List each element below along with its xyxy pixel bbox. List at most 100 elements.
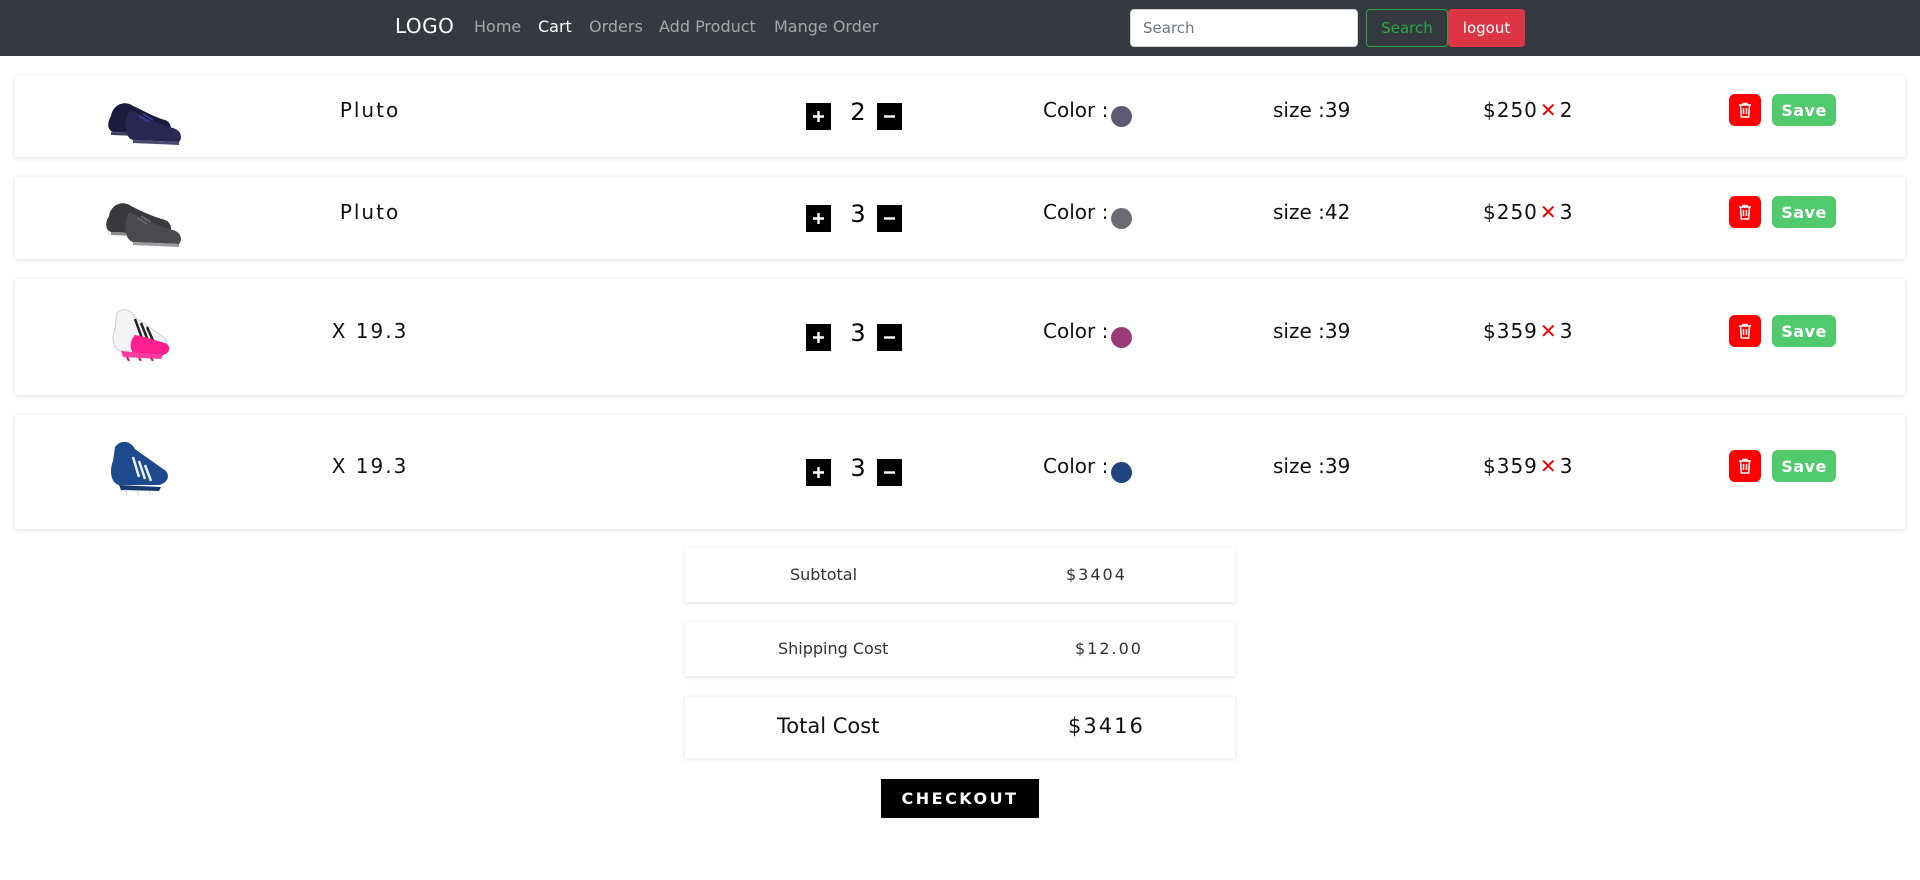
size-text: size :39 bbox=[1273, 454, 1350, 478]
save-button[interactable]: Save bbox=[1772, 196, 1836, 228]
nav-link-home[interactable]: Home bbox=[474, 17, 521, 36]
currency-symbol: $ bbox=[1483, 454, 1497, 478]
nav-link-add-product[interactable]: Add Product bbox=[659, 17, 756, 36]
cart-row: X 19.3 3 Color : size :39 $359 ✕ 3 Save bbox=[15, 279, 1905, 395]
product-name: Pluto bbox=[339, 200, 401, 224]
delete-button[interactable] bbox=[1729, 196, 1761, 228]
cart-row: Pluto 3 Color : size :42 $250 ✕ 3 Save bbox=[15, 177, 1905, 259]
price-text: $359 ✕ 3 bbox=[1483, 319, 1573, 343]
times-icon: ✕ bbox=[1539, 200, 1558, 224]
pink-football-boot-icon bbox=[112, 309, 170, 361]
size-value: 42 bbox=[1324, 200, 1351, 224]
delete-button[interactable] bbox=[1729, 315, 1761, 347]
product-name: Pluto bbox=[339, 98, 401, 122]
decrease-quantity-button[interactable] bbox=[877, 205, 902, 232]
subtotal-box: Subtotal $3404 bbox=[685, 548, 1235, 602]
trash-icon bbox=[1739, 323, 1751, 339]
price-text: $250 ✕ 3 bbox=[1483, 200, 1573, 224]
size-text: size :39 bbox=[1273, 319, 1350, 343]
currency-symbol: $ bbox=[1483, 98, 1497, 122]
minus-icon bbox=[884, 471, 895, 474]
decrease-quantity-button[interactable] bbox=[877, 324, 902, 351]
navy-sneaker-icon bbox=[108, 103, 181, 145]
color-swatch bbox=[1111, 462, 1132, 483]
color-label: Color : bbox=[1043, 98, 1109, 122]
unit-price: 359 bbox=[1496, 319, 1538, 343]
times-icon: ✕ bbox=[1539, 98, 1558, 122]
nav-link-manage-order[interactable]: Mange Order bbox=[774, 17, 878, 36]
plus-icon bbox=[813, 213, 824, 224]
plus-icon bbox=[813, 111, 824, 122]
decrease-quantity-button[interactable] bbox=[877, 103, 902, 130]
checkout-button[interactable]: CHECKOUT bbox=[881, 779, 1039, 818]
logout-button[interactable]: logout bbox=[1448, 9, 1525, 47]
trash-icon bbox=[1739, 204, 1751, 220]
size-text: size :42 bbox=[1273, 200, 1350, 224]
grey-sneaker-icon bbox=[106, 203, 181, 247]
size-label: size : bbox=[1273, 200, 1325, 224]
price-quantity: 2 bbox=[1559, 98, 1574, 122]
size-value: 39 bbox=[1324, 98, 1351, 122]
trash-icon bbox=[1739, 102, 1751, 118]
total-box: Total Cost $3416 bbox=[685, 697, 1235, 758]
price-quantity: 3 bbox=[1559, 200, 1574, 224]
shipping-label: Shipping Cost bbox=[778, 639, 889, 658]
increase-quantity-button[interactable] bbox=[806, 205, 831, 232]
increase-quantity-button[interactable] bbox=[806, 103, 831, 130]
logo[interactable]: LOGO bbox=[395, 14, 454, 38]
unit-price: 250 bbox=[1496, 200, 1538, 224]
quantity-value: 3 bbox=[850, 454, 866, 482]
shipping-box: Shipping Cost $12.00 bbox=[685, 622, 1235, 676]
price-text: $359 ✕ 3 bbox=[1483, 454, 1573, 478]
color-label: Color : bbox=[1043, 200, 1109, 224]
plus-icon bbox=[813, 332, 824, 343]
increase-quantity-button[interactable] bbox=[806, 324, 831, 351]
size-label: size : bbox=[1273, 98, 1325, 122]
size-value: 39 bbox=[1324, 454, 1351, 478]
minus-icon bbox=[884, 336, 895, 339]
size-label: size : bbox=[1273, 454, 1325, 478]
shipping-value: $12.00 bbox=[1075, 639, 1143, 658]
total-value: $3416 bbox=[1068, 714, 1145, 738]
delete-button[interactable] bbox=[1729, 450, 1761, 482]
trash-icon bbox=[1739, 458, 1751, 474]
times-icon: ✕ bbox=[1539, 454, 1558, 478]
save-button[interactable]: Save bbox=[1772, 94, 1836, 126]
minus-icon bbox=[884, 217, 895, 220]
unit-price: 359 bbox=[1496, 454, 1538, 478]
delete-button[interactable] bbox=[1729, 94, 1761, 126]
nav-link-orders[interactable]: Orders bbox=[589, 17, 643, 36]
color-swatch bbox=[1111, 327, 1132, 348]
size-label: size : bbox=[1273, 319, 1325, 343]
decrease-quantity-button[interactable] bbox=[877, 459, 902, 486]
product-name: X 19.3 bbox=[331, 319, 409, 343]
price-quantity: 3 bbox=[1559, 319, 1574, 343]
times-icon: ✕ bbox=[1539, 319, 1558, 343]
subtotal-value: $3404 bbox=[1066, 565, 1127, 584]
price-quantity: 3 bbox=[1559, 454, 1574, 478]
unit-price: 250 bbox=[1496, 98, 1538, 122]
navbar: LOGO Home Cart Orders Add Product Mange … bbox=[0, 0, 1920, 56]
color-label: Color : bbox=[1043, 319, 1109, 343]
minus-icon bbox=[884, 115, 895, 118]
color-swatch bbox=[1111, 106, 1132, 127]
color-swatch bbox=[1111, 208, 1132, 229]
search-input[interactable] bbox=[1130, 9, 1358, 47]
quantity-value: 3 bbox=[850, 200, 866, 228]
size-text: size :39 bbox=[1273, 98, 1350, 122]
save-button[interactable]: Save bbox=[1772, 315, 1836, 347]
search-button[interactable]: Search bbox=[1366, 9, 1448, 47]
currency-symbol: $ bbox=[1483, 319, 1497, 343]
subtotal-label: Subtotal bbox=[790, 565, 858, 584]
total-label: Total Cost bbox=[777, 714, 880, 738]
save-button[interactable]: Save bbox=[1772, 450, 1836, 482]
plus-icon bbox=[813, 467, 824, 478]
cart-row: X 19.3 3 Color : size :39 $359 ✕ 3 Save bbox=[15, 415, 1905, 529]
nav-link-cart[interactable]: Cart bbox=[538, 17, 572, 36]
product-name: X 19.3 bbox=[331, 454, 409, 478]
increase-quantity-button[interactable] bbox=[806, 459, 831, 486]
currency-symbol: $ bbox=[1483, 200, 1497, 224]
cart-row: Pluto 2 Color : size :39 $250 ✕ 2 Save bbox=[15, 75, 1905, 157]
size-value: 39 bbox=[1324, 319, 1351, 343]
price-text: $250 ✕ 2 bbox=[1483, 98, 1573, 122]
